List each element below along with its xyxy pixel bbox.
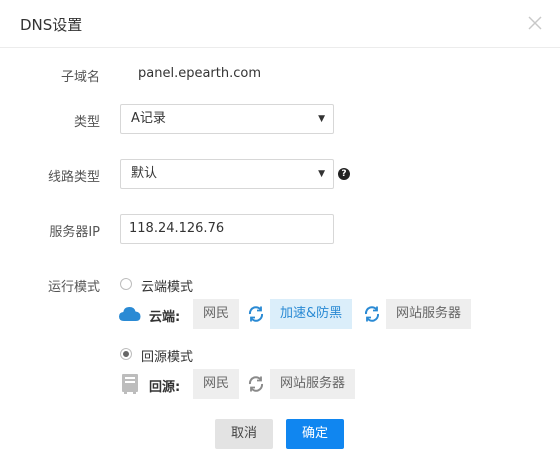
cloud-flow-node-server: 网站服务器	[386, 299, 472, 329]
line-type-select[interactable]: 默认 ▼	[120, 159, 334, 189]
cloud-mode-radio-label[interactable]: 云端模式	[141, 276, 193, 295]
origin-flow-node-netizen: 网民	[193, 369, 240, 399]
cancel-button[interactable]: 取消	[215, 419, 273, 449]
type-select[interactable]: A记录 ▼	[120, 104, 334, 134]
run-mode-label: 运行模式	[47, 280, 100, 295]
cloud-flow-node-netizen: 网民	[193, 299, 240, 329]
line-type-select-value: 默认	[131, 166, 158, 181]
question-circle-icon[interactable]: ?	[338, 168, 350, 180]
server-ip-input[interactable]: 118.24.126.76	[120, 214, 334, 244]
origin-mode-radio-label[interactable]: 回源模式	[141, 346, 193, 365]
sync-icon	[247, 375, 265, 393]
dialog-title: DNS设置	[20, 16, 83, 34]
line-type-label: 线路类型	[47, 170, 100, 185]
origin-flow-label: 回源:	[149, 380, 181, 395]
dns-settings-dialog: DNS设置 子域名 panel.epearth.com 类型 A记录 ▼ 线路类…	[0, 0, 560, 469]
origin-flow-node-server: 网站服务器	[270, 369, 356, 399]
caret-down-icon: ▼	[318, 169, 325, 179]
type-label: 类型	[73, 115, 100, 130]
caret-down-icon: ▼	[318, 114, 325, 124]
close-icon[interactable]	[528, 16, 542, 30]
server-icon	[122, 374, 138, 398]
cloud-mode-radio[interactable]	[120, 278, 132, 290]
cloud-flow-node-accelerate: 加速&防黑	[270, 299, 353, 329]
type-select-value: A记录	[131, 111, 166, 126]
sync-icon	[363, 305, 381, 323]
confirm-button[interactable]: 确定	[286, 419, 344, 449]
cloud-flow-label: 云端:	[149, 310, 181, 325]
subdomain-value: panel.epearth.com	[138, 66, 261, 81]
sync-icon	[247, 305, 265, 323]
cloud-icon	[119, 306, 141, 326]
server-ip-label: 服务器IP	[49, 225, 100, 240]
subdomain-label: 子域名	[60, 70, 100, 85]
dialog-header: DNS设置	[0, 0, 560, 48]
origin-mode-radio[interactable]	[120, 348, 132, 360]
